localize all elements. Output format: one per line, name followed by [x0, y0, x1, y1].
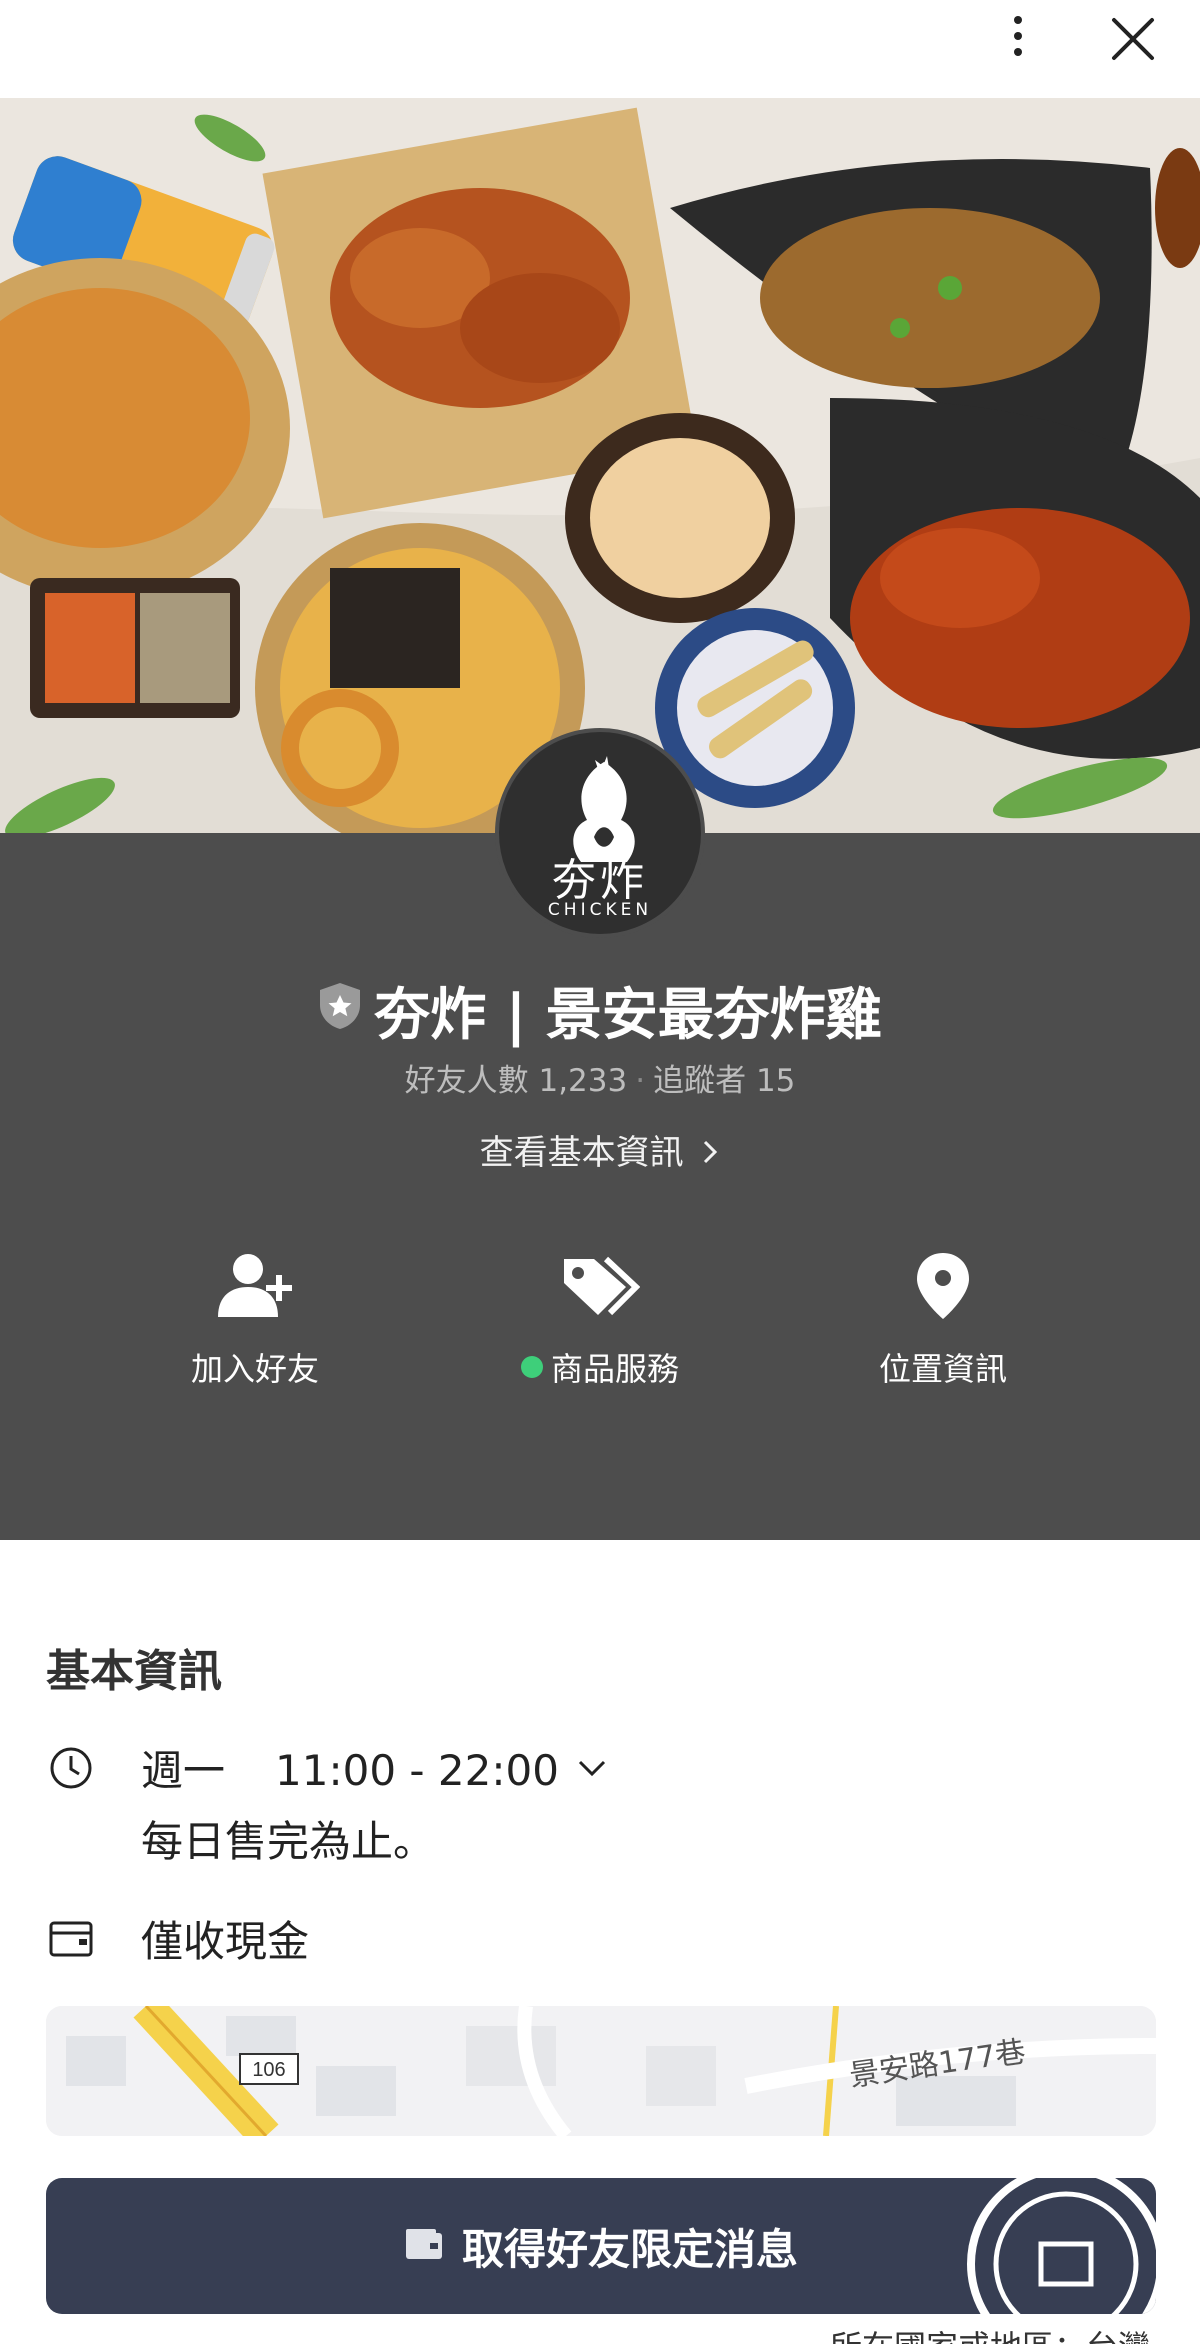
add-friend-button[interactable]: 加入好友 — [125, 1250, 385, 1390]
account-name-row: 夯炸 | 景安最夯炸雞 — [0, 970, 1200, 1051]
account-name: 夯炸 | 景安最夯炸雞 — [374, 983, 882, 1048]
verified-shield-icon — [318, 980, 362, 1045]
status-dot — [520, 1356, 543, 1378]
payment-row: 僅收現金 — [46, 1908, 309, 1969]
location-pin-icon — [813, 1250, 1073, 1322]
payment-text: 僅收現金 — [141, 1917, 310, 1966]
followers-count: 15 — [755, 1063, 796, 1099]
avatar[interactable]: 夯炸 CHICKEN — [495, 728, 705, 938]
business-hours-row[interactable]: 週一 11:00 - 22:00 — [46, 1737, 607, 1798]
chevron-down-icon[interactable] — [577, 1758, 607, 1778]
close-icon[interactable] — [1108, 14, 1158, 64]
logo-chinese-text: 夯炸 — [552, 855, 648, 906]
clock-icon — [46, 1743, 96, 1793]
wallet-icon — [46, 1914, 96, 1964]
friend-stats: 好友人數 1,233 · 追蹤者 15 — [404, 1063, 796, 1099]
action-buttons: 加入好友 商品服務 位置資訊 — [0, 1250, 1200, 1400]
profile-header — [0, 833, 1200, 1540]
more-vertical-icon[interactable] — [996, 8, 1040, 64]
friends-label: 好友人數 — [404, 1063, 529, 1099]
hours-time: 11:00 - 22:00 — [275, 1746, 559, 1795]
hours-note: 每日售完為止。 — [141, 1817, 436, 1866]
location-info-label: 位置資訊 — [878, 1350, 1007, 1388]
add-friend-icon — [125, 1250, 385, 1322]
tag-icon — [470, 1250, 730, 1322]
coupon-icon — [404, 2222, 444, 2271]
cover-photo — [0, 98, 1200, 833]
decorative-badge-icon — [956, 2178, 1156, 2314]
region-text: 所在國家或地區：台灣 — [830, 2322, 1150, 2344]
logo-english-text: CHICKEN — [547, 900, 653, 920]
basic-info-title: 基本資訊 — [46, 1646, 222, 1697]
followers-label: 追蹤者 — [653, 1063, 747, 1099]
location-info-button[interactable]: 位置資訊 — [813, 1250, 1073, 1390]
chevron-right-icon — [704, 1140, 718, 1164]
info-link-label: 查看基本資訊 — [479, 1133, 684, 1173]
hours-day: 週一 — [141, 1746, 226, 1795]
products-services-label: 商品服務 — [550, 1350, 679, 1388]
cta-label: 取得好友限定消息 — [461, 2224, 798, 2274]
friends-count: 1,233 — [538, 1063, 628, 1099]
top-bar — [0, 0, 1200, 98]
view-basic-info-link[interactable]: 查看基本資訊 — [0, 1125, 1200, 1174]
location-map[interactable]: 106 景安路177巷 — [46, 2006, 1156, 2136]
products-services-button[interactable]: 商品服務 — [470, 1250, 730, 1390]
road-number-label: 106 — [252, 2059, 285, 2081]
get-friend-messages-button[interactable]: 取得好友限定消息 — [46, 2178, 1156, 2314]
add-friend-label: 加入好友 — [190, 1350, 319, 1388]
